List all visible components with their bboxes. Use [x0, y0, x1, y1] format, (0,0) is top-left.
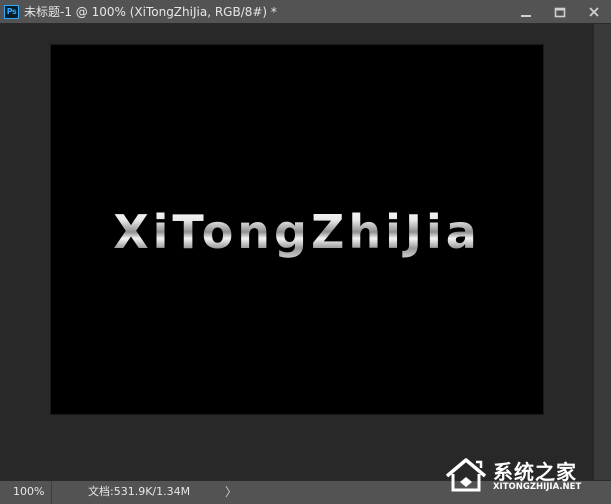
close-icon	[589, 7, 599, 17]
chrome-text-layer: XiTongZhiJia	[51, 205, 543, 259]
site-watermark: 系统之家 XITONGZHIJIA.NET	[443, 454, 603, 498]
close-button[interactable]	[577, 0, 611, 24]
status-menu-arrow[interactable]: 〉	[225, 481, 237, 503]
document-canvas[interactable]: XiTongZhiJia	[51, 45, 543, 414]
minimize-button[interactable]	[509, 0, 543, 24]
title-bar[interactable]: Ps 未标题-1 @ 100% (XiTongZhiJia, RGB/8#) *	[0, 0, 611, 24]
zoom-level-field[interactable]: 100%	[0, 481, 52, 504]
house-logo-icon	[445, 458, 487, 492]
maximize-button[interactable]	[543, 0, 577, 24]
maximize-icon	[554, 7, 566, 18]
photoshop-document-window: Ps 未标题-1 @ 100% (XiTongZhiJia, RGB/8#) *	[0, 0, 611, 504]
watermark-name: 系统之家	[493, 460, 577, 484]
minimize-icon	[521, 15, 531, 17]
workspace-edge	[594, 24, 611, 480]
photoshop-app-icon: Ps	[4, 5, 19, 19]
document-size-info: 文档:531.9K/1.34M	[88, 485, 191, 498]
document-title: 未标题-1 @ 100% (XiTongZhiJia, RGB/8#) *	[24, 5, 277, 19]
watermark-url: XITONGZHIJIA.NET	[493, 482, 582, 492]
window-controls	[509, 0, 611, 24]
